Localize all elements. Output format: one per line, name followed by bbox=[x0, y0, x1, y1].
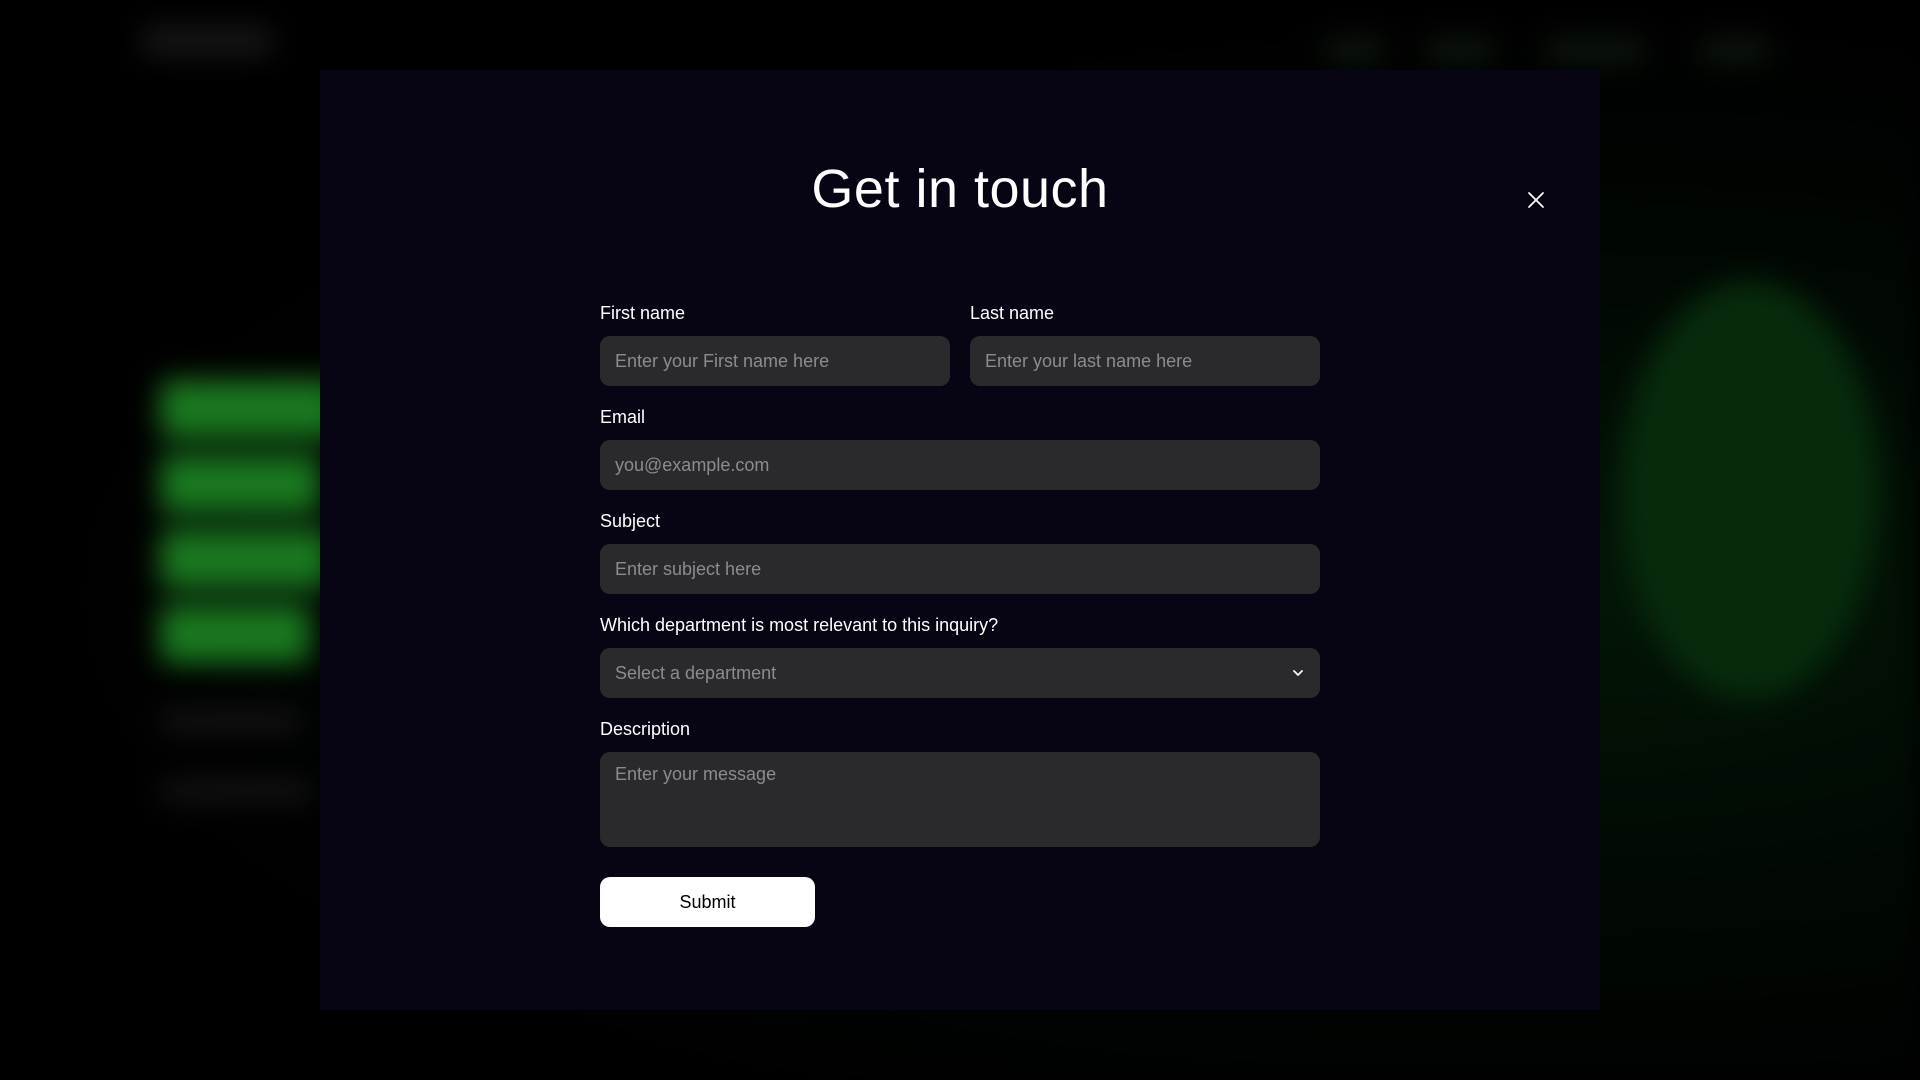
department-select[interactable]: Select a department bbox=[600, 648, 1320, 698]
subject-label: Subject bbox=[600, 511, 661, 531]
submit-button[interactable]: Submit bbox=[600, 877, 815, 927]
first-name-input[interactable]: Enter your First name here bbox=[600, 336, 950, 386]
description-label: Description bbox=[600, 719, 691, 739]
contact-modal: Get in touch First name Enter your First… bbox=[320, 70, 1600, 1010]
contact-form: First name Enter your First name here La… bbox=[600, 302, 1320, 927]
subject-placeholder: Enter subject here bbox=[615, 558, 762, 579]
first-name-label: First name bbox=[600, 303, 686, 323]
modal-title: Get in touch bbox=[811, 159, 1109, 219]
department-label: Which department is most relevant to thi… bbox=[600, 615, 999, 635]
subject-input[interactable]: Enter subject here bbox=[600, 544, 1320, 594]
first-name-placeholder: Enter your First name here bbox=[615, 350, 830, 371]
chevron-down-icon bbox=[1293, 670, 1303, 676]
last-name-input[interactable]: Enter your last name here bbox=[970, 336, 1320, 386]
last-name-label: Last name bbox=[970, 303, 1055, 323]
last-name-placeholder: Enter your last name here bbox=[985, 350, 1193, 371]
department-selected-value: Select a department bbox=[615, 662, 777, 683]
description-placeholder: Enter your message bbox=[615, 764, 777, 784]
email-label: Email bbox=[600, 407, 646, 427]
description-textarea[interactable]: Enter your message bbox=[600, 752, 1320, 847]
email-placeholder: you@example.com bbox=[615, 454, 770, 475]
email-input[interactable]: you@example.com bbox=[600, 440, 1320, 490]
